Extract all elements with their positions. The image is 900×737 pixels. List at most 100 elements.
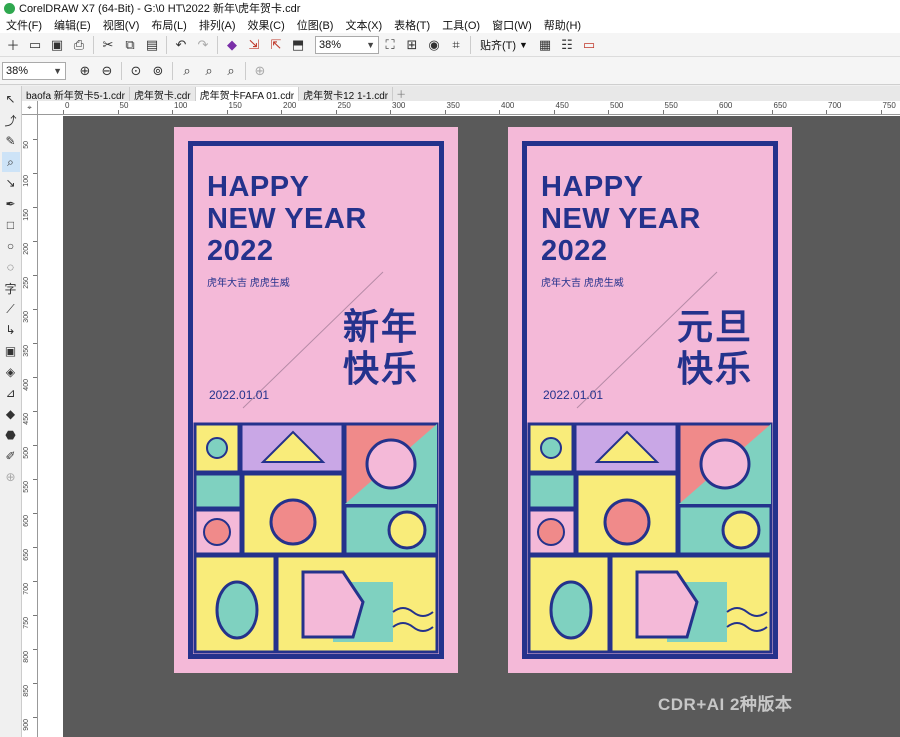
zoom-to-selected-icon[interactable]: ⊙ xyxy=(125,61,147,81)
menu-help[interactable]: 帮助(H) xyxy=(538,17,587,33)
ruler-label: 900 xyxy=(23,719,30,731)
coreldraw-app-icon xyxy=(4,2,15,14)
save-icon[interactable]: ▣ xyxy=(46,35,68,55)
application-launcher-icon[interactable]: ☷ xyxy=(556,35,578,55)
zoom-tool-icon[interactable]: ⌕ xyxy=(1,152,20,172)
shape-tool-icon[interactable]: ⤴ xyxy=(2,110,20,130)
import-icon[interactable]: ⇲ xyxy=(243,35,265,55)
undo-icon[interactable]: ↶ xyxy=(170,35,192,55)
menu-bitmaps[interactable]: 位图(B) xyxy=(291,17,340,33)
zoom-to-page-width-icon[interactable]: ⌕ xyxy=(198,61,220,81)
crop-tool-icon[interactable]: ✎ xyxy=(2,131,20,151)
ruler-tick xyxy=(33,241,37,242)
tab-tiger-card[interactable]: 虎年贺卡.cdr xyxy=(130,87,196,102)
new-document-icon[interactable]: ＋ xyxy=(2,35,24,55)
standard-toolbar: ＋ ▭ ▣ ⎙ ✂ ⧉ ▤ ↶ ↷ ◆ ⇲ ⇱ ⬒ 38% ▼ ⛶ ⊞ ◉ ⌗ … xyxy=(0,33,900,57)
add-tool-icon[interactable]: ⊕ xyxy=(2,467,20,487)
ruler-label: 700 xyxy=(23,583,30,595)
options-icon[interactable]: ▦ xyxy=(534,35,556,55)
ruler-tick xyxy=(33,581,37,582)
ruler-tick xyxy=(33,649,37,650)
show-rulers-icon[interactable]: ⊞ xyxy=(401,35,423,55)
text-tool-icon[interactable]: 字 xyxy=(2,278,20,298)
ruler-label: 200 xyxy=(23,243,30,255)
big-text-line: 快乐 xyxy=(343,348,420,389)
smart-fill-icon[interactable]: ⬣ xyxy=(2,425,20,445)
menu-effects[interactable]: 效果(C) xyxy=(242,17,291,33)
ruler-tick xyxy=(499,110,500,114)
show-grid-icon[interactable]: ⌗ xyxy=(445,35,467,55)
menu-file[interactable]: 文件(F) xyxy=(0,17,48,33)
pick-tool-icon[interactable]: ↖ xyxy=(2,89,20,109)
tab-tiger-card-12[interactable]: 虎年贺卡12 1-1.cdr xyxy=(299,87,394,102)
rectangle-tool-icon[interactable]: □ xyxy=(2,215,20,235)
card-big-text: 元旦 快乐 xyxy=(677,306,753,390)
snap-to-dropdown[interactable]: 贴齐(T) ▼ xyxy=(474,37,534,53)
ruler-label: 750 xyxy=(882,101,896,110)
new-tab-icon[interactable]: ＋ xyxy=(393,86,409,101)
menu-arrange[interactable]: 排列(A) xyxy=(193,17,242,33)
print-icon[interactable]: ⎙ xyxy=(68,35,90,55)
show-guides-icon[interactable]: ◉ xyxy=(423,35,445,55)
toolbar-divider xyxy=(172,61,173,80)
tab-tiger-card-fafa[interactable]: 虎年贺卡FAFA 01.cdr xyxy=(195,87,300,102)
connector-tool-icon[interactable]: ↳ xyxy=(2,320,20,340)
big-text-line: 元旦 xyxy=(677,306,754,347)
zoom-level-value: 38% xyxy=(319,38,342,51)
freehand-tool-icon[interactable]: ↘ xyxy=(2,173,20,193)
zoom-to-page-height-icon[interactable]: ⌕ xyxy=(220,61,242,81)
welcome-screen-icon[interactable]: ▭ xyxy=(578,35,600,55)
menu-window[interactable]: 窗口(W) xyxy=(486,17,538,33)
copy-icon[interactable]: ⧉ xyxy=(119,35,141,55)
menu-table[interactable]: 表格(T) xyxy=(388,17,436,33)
parallel-dimension-icon[interactable]: ⟋ xyxy=(2,299,20,319)
card-top-section: HAPPY NEW YEAR 2022 虎年大吉 虎虎生威 新年 快乐 2022… xyxy=(193,146,439,421)
ruler-tick xyxy=(444,110,446,114)
zoom-to-page-icon[interactable]: ⌕ xyxy=(176,61,198,81)
greeting-card-2[interactable]: HAPPY NEW YEAR 2022 虎年大吉 虎虎生威 元旦 快乐 2022… xyxy=(508,127,792,673)
add-icon[interactable]: ⊕ xyxy=(249,61,271,81)
menu-tools[interactable]: 工具(O) xyxy=(436,17,486,33)
ruler-tick xyxy=(33,275,37,276)
toolbox: ↖ ⤴ ✎ ⌕ ↘ ✒ □ ○ ◌ 字 ⟋ ↳ ▣ ◈ ⊿ ◆ ⬣ ✐ ⊕ xyxy=(0,86,22,737)
ruler-label: 500 xyxy=(610,101,624,110)
redo-icon[interactable]: ↷ xyxy=(192,35,214,55)
interactive-fill-icon[interactable]: ◆ xyxy=(2,404,20,424)
ruler-origin[interactable]: ⌖ xyxy=(22,101,38,115)
horizontal-ruler[interactable]: 0 50 100 150 200 250 300 350 400 450 500 550 600 650 7… xyxy=(38,101,900,115)
full-screen-preview-icon[interactable]: ⛶ xyxy=(379,35,401,55)
ellipse-tool-icon[interactable]: ○ xyxy=(2,236,20,256)
color-eyedropper-icon[interactable]: ⊿ xyxy=(2,383,20,403)
search-content-icon[interactable]: ◆ xyxy=(221,35,243,55)
ruler-tick xyxy=(33,547,37,548)
ruler-label: 600 xyxy=(719,101,733,110)
menu-layout[interactable]: 布局(L) xyxy=(145,17,192,33)
zoom-in-icon[interactable]: ⊕ xyxy=(74,61,96,81)
zoom-out-icon[interactable]: ⊖ xyxy=(96,61,118,81)
menu-edit[interactable]: 编辑(E) xyxy=(48,17,97,33)
paste-icon[interactable]: ▤ xyxy=(141,35,163,55)
card-heading: HAPPY NEW YEAR 2022 xyxy=(541,171,701,267)
tab-baofa[interactable]: baofa 新年贺卡5-1.cdr xyxy=(22,87,130,102)
zoom-level-combo[interactable]: 38% ▼ xyxy=(315,35,379,54)
menu-text[interactable]: 文本(X) xyxy=(339,17,388,33)
open-folder-icon[interactable]: ▭ xyxy=(24,35,46,55)
drawing-page-area[interactable]: HAPPY NEW YEAR 2022 虎年大吉 虎虎生威 新年 快乐 2022… xyxy=(63,116,900,737)
transparency-tool-icon[interactable]: ◈ xyxy=(2,362,20,382)
greeting-card-1[interactable]: HAPPY NEW YEAR 2022 虎年大吉 虎虎生威 新年 快乐 2022… xyxy=(174,127,458,673)
export-icon[interactable]: ⇱ xyxy=(265,35,287,55)
zoom-to-all-objects-icon[interactable]: ⊚ xyxy=(147,61,169,81)
ruler-tick xyxy=(33,683,37,684)
artistic-media-icon[interactable]: ✒ xyxy=(2,194,20,214)
drop-shadow-icon[interactable]: ▣ xyxy=(2,341,20,361)
outline-pen-icon[interactable]: ✐ xyxy=(2,446,20,466)
ruler-label: 0 xyxy=(65,101,70,110)
publish-pdf-icon[interactable]: ⬒ xyxy=(287,35,309,55)
cut-icon[interactable]: ✂ xyxy=(97,35,119,55)
ruler-label: 550 xyxy=(23,481,30,493)
spiral-tool-icon[interactable]: ◌ xyxy=(2,257,20,277)
ruler-tick xyxy=(172,110,173,114)
menu-view[interactable]: 视图(V) xyxy=(97,17,146,33)
zoom-levels-combo[interactable]: 38% ▼ xyxy=(2,61,66,80)
vertical-ruler[interactable]: 50 100 150 200 250 300 350 400 450 500 550 600 650 70… xyxy=(22,115,38,737)
